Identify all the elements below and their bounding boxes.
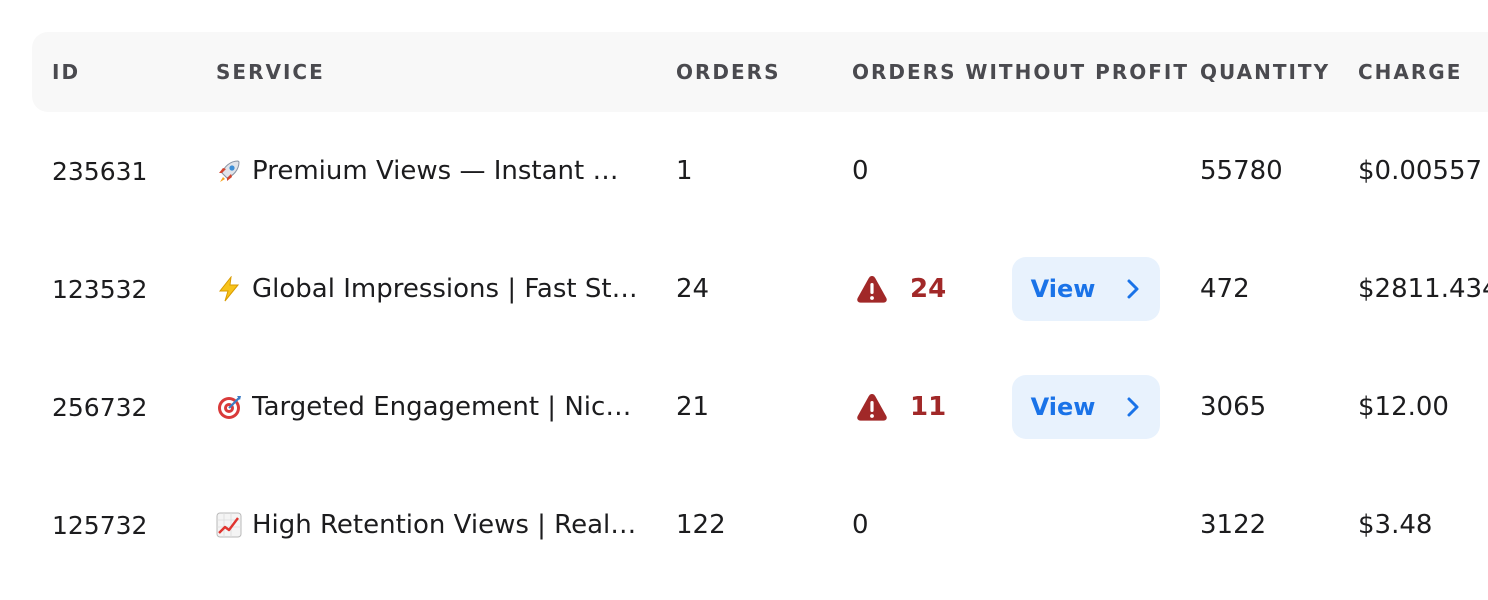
quantity-value: 55780 [1200,156,1283,186]
chevron-right-icon [1127,397,1139,417]
service-name[interactable]: Targeted Engagement | Niche Audience [252,392,638,422]
charge-value: $2811.434 [1358,274,1488,304]
column-header-charge[interactable]: CHARGE [1358,32,1462,112]
target-icon [218,396,241,419]
orders-without-profit-count: 11 [910,392,947,422]
service-cell: Premium Views — Instant Delivery [216,112,638,230]
column-header-service[interactable]: SERVICE [216,32,325,112]
order-id: 123532 [52,274,148,304]
quantity-value: 3122 [1200,510,1267,540]
orders-without-profit-count: 24 [910,274,947,304]
column-header-id[interactable]: ID [52,32,80,112]
orders-count: 21 [676,392,710,422]
charge-value: $0.00557 [1358,156,1483,186]
warning-triangle-icon [857,394,887,421]
chevron-right-icon [1127,279,1139,299]
view-button-label: View [1030,275,1096,303]
table-row[interactable]: 256732 Targeted Engagement | Niche Audie… [32,348,1488,466]
charge-value: $12.00 [1358,392,1449,422]
warning-triangle-icon [857,276,887,303]
column-header-orders[interactable]: ORDERS [676,32,780,112]
service-name[interactable]: High Retention Views | Real Users [252,510,638,540]
quantity-value: 3065 [1200,392,1267,422]
view-button[interactable]: View [1012,375,1160,439]
lightning-icon [218,276,240,302]
orders-count: 24 [676,274,710,304]
column-header-quantity[interactable]: QUANTITY [1200,32,1330,112]
table-row[interactable]: 123532 Global Impressions | Fast Start 2… [32,230,1488,348]
orders-without-profit-warning: 24 [856,230,946,348]
service-cell: High Retention Views | Real Users [216,466,638,584]
column-header-orders-without-profit[interactable]: ORDERS WITHOUT PROFIT [852,32,1189,112]
service-name[interactable]: Global Impressions | Fast Start [252,274,638,304]
orders-without-profit-warning: 11 [856,348,946,466]
table-row[interactable]: 125732 High Retention Views | Real Users… [32,466,1488,584]
orders-count: 1 [676,156,693,186]
orders-table: ID SERVICE ORDERS ORDERS WITHOUT PROFIT … [32,32,1488,600]
service-cell: Global Impressions | Fast Start [216,230,638,348]
service-cell: Targeted Engagement | Niche Audience [216,348,638,466]
order-id: 235631 [52,156,148,186]
table-header: ID SERVICE ORDERS ORDERS WITHOUT PROFIT … [32,32,1488,112]
chart-increasing-icon [216,512,242,538]
service-name[interactable]: Premium Views — Instant Delivery [252,156,638,186]
table-row[interactable]: 235631 Premium Views — Instant Delivery … [32,112,1488,230]
orders-count: 122 [676,510,726,540]
orders-without-profit-count: 0 [852,510,869,540]
view-button[interactable]: View [1012,257,1160,321]
charge-value: $3.48 [1358,510,1433,540]
order-id: 256732 [52,392,148,422]
view-button-label: View [1030,393,1096,421]
orders-without-profit-count: 0 [852,156,869,186]
order-id: 125732 [52,510,148,540]
rocket-icon [219,160,240,182]
quantity-value: 472 [1200,274,1250,304]
